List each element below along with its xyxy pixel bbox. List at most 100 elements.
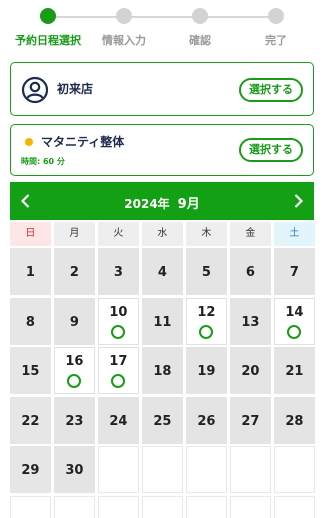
day-number: 26 [197,413,216,429]
step-dot [268,8,284,24]
calendar-day-cell: 18 [142,347,183,395]
day-number: 8 [25,314,35,330]
calendar-day-cell: 15 [10,347,51,395]
select-menu-button[interactable]: 選択する [239,138,303,162]
day-number: 30 [65,463,84,479]
calendar-day-cell: 28 [274,396,315,444]
day-number: 29 [21,463,40,479]
day-number: 28 [285,413,304,429]
weekday-header-row: 日月火水木金土 [10,222,315,246]
calendar-day-cell: 11 [142,297,183,345]
step-dot [116,8,132,24]
calendar-day-cell: 30 [54,446,95,494]
calendar-day-cell[interactable]: 16 [54,347,95,395]
calendar-day-cell: 20 [230,347,271,395]
day-number: 9 [69,314,79,330]
calendar-empty-cell [186,496,227,518]
available-circle-icon [111,324,126,339]
available-circle-icon [111,374,126,389]
day-number: 7 [289,265,299,280]
day-number: 4 [157,265,167,280]
chevron-right-icon[interactable] [288,191,308,211]
menu-color-dot [25,138,33,146]
calendar-empty-cell [54,496,95,518]
step-label: 予約日程選択 [15,34,81,47]
weekday-label: 日 [10,222,51,246]
day-number: 2 [69,265,79,280]
calendar-day-cell: 8 [10,297,51,345]
day-number: 25 [153,413,172,429]
calendar-day-cell: 29 [10,446,51,494]
day-number: 20 [241,364,260,380]
calendar-day-cell: 24 [98,396,139,444]
menu-card: マタニティ整体 時間: 60 分 選択する [10,124,314,176]
calendar-day-cell: 25 [142,396,183,444]
calendar-day-cell: 13 [230,297,271,345]
calendar-day-cell: 5 [186,248,227,295]
menu-duration: 時間: 60 分 [21,157,65,166]
calendar-day-cell: 2 [54,248,95,295]
day-number: 17 [109,354,128,370]
calendar-day-cell[interactable]: 17 [98,347,139,395]
step-label: 確認 [189,34,211,47]
select-visit-type-button[interactable]: 選択する [239,78,303,102]
calendar-month: 9月 [177,197,200,212]
calendar-day-cell: 6 [230,248,271,295]
day-number: 23 [65,413,84,429]
step-label: 完了 [265,34,287,47]
calendar-empty-cell [142,446,183,494]
calendar-day-cell[interactable]: 12 [186,297,227,345]
step-dot [40,8,56,24]
day-number: 13 [241,314,260,330]
step-dot [192,8,208,24]
weekday-label: 月 [54,222,95,246]
calendar-day-cell: 4 [142,248,183,295]
calendar-day-cell: 9 [54,297,95,345]
day-number: 22 [21,413,40,429]
progress-stepper: 予約日程選択 情報入力 確認 完了 [0,0,326,52]
day-number: 5 [201,265,211,280]
calendar-empty-cell [10,496,51,518]
menu-name: マタニティ整体 [41,135,125,149]
weekday-label: 火 [98,222,139,246]
day-number: 27 [241,413,260,429]
calendar-year: 2024年 [124,197,170,211]
step-confirm: 確認 [160,8,240,48]
day-number: 6 [245,265,255,280]
calendar-empty-cell [274,496,315,518]
calendar-empty-cell [230,446,271,494]
step-schedule: 予約日程選択 [8,8,88,48]
day-number: 19 [197,364,216,380]
available-circle-icon [199,324,214,339]
day-number: 15 [21,364,40,380]
visit-type-card: 初来店 選択する [10,62,314,116]
calendar-day-cell: 26 [186,396,227,444]
day-number: 24 [109,413,128,429]
calendar-empty-cell [186,446,227,494]
calendar-day-cell: 23 [54,396,95,444]
day-number: 14 [285,304,304,320]
step-label: 情報入力 [102,34,146,47]
day-number: 18 [153,364,172,380]
calendar-day-cell: 21 [274,347,315,395]
calendar-empty-cell [274,446,315,494]
day-number: 11 [153,314,172,330]
calendar-day-cell[interactable]: 14 [274,297,315,345]
calendar-day-cell: 1 [10,248,51,295]
available-circle-icon [287,324,302,339]
calendar-empty-cell [142,496,183,518]
step-complete: 完了 [236,8,316,48]
calendar-empty-cell [98,496,139,518]
weekday-label: 金 [230,222,271,246]
calendar-day-cell: 19 [186,347,227,395]
calendar-header: 2024年 9月 [10,182,314,220]
calendar-day-cell: 3 [98,248,139,295]
booking-screen: 予約日程選択 情報入力 確認 完了 初来店 選択する マタニティ整体 時間: 6… [0,0,326,518]
calendar-empty-cell [230,496,271,518]
weekday-label: 木 [186,222,227,246]
available-circle-icon [67,374,82,389]
calendar-day-cell[interactable]: 10 [98,297,139,345]
calendar-day-cell: 27 [230,396,271,444]
step-info-input: 情報入力 [84,8,164,48]
day-number: 12 [197,304,216,320]
